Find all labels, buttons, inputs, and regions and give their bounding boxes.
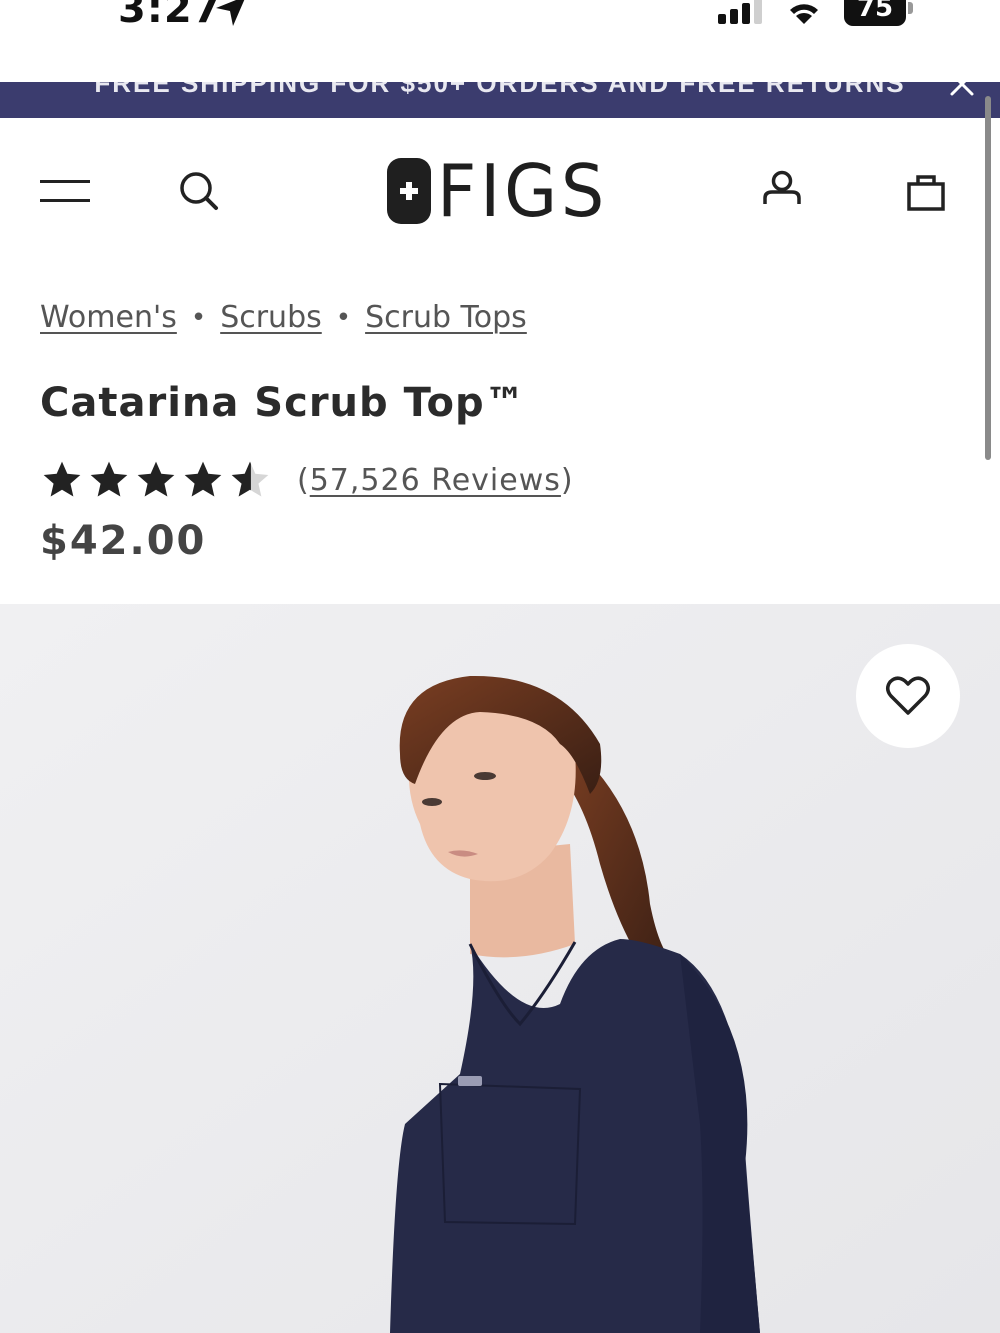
battery-nub (908, 2, 913, 14)
location-arrow-icon (216, 0, 245, 26)
reviews-open-paren: ( (297, 462, 310, 498)
star-icon (90, 461, 128, 497)
account-icon[interactable] (762, 170, 802, 206)
reviews-link[interactable]: (57,526 Reviews) (297, 463, 574, 498)
scrollbar[interactable] (985, 96, 991, 460)
figs-logo-text: FIGS (437, 149, 609, 233)
menu-icon[interactable] (40, 180, 92, 204)
site-header: FIGS (0, 118, 1000, 268)
wishlist-button[interactable] (856, 644, 960, 748)
model-photo (0, 604, 1000, 1333)
product-title: Catarina Scrub Top™ (40, 380, 526, 426)
breadcrumb-separator: • (190, 302, 207, 333)
heart-icon (886, 676, 930, 715)
promo-banner[interactable]: FREE SHIPPING FOR $50+ ORDERS AND FREE R… (0, 82, 1000, 118)
half-star-icon (231, 461, 269, 497)
breadcrumb-link-womens[interactable]: Women's (40, 300, 177, 335)
bag-icon[interactable] (906, 172, 946, 212)
search-icon[interactable] (178, 170, 222, 214)
reviews-close-paren: ) (560, 462, 574, 498)
close-icon[interactable] (948, 70, 976, 98)
star-rating (40, 458, 275, 502)
breadcrumb: Women's • Scrubs • Scrub Tops (40, 300, 527, 335)
figs-logo-mark (387, 158, 431, 224)
wifi-icon (790, 4, 818, 24)
breadcrumb-separator: • (335, 302, 352, 333)
star-icon (43, 461, 81, 497)
breadcrumb-link-scrubs[interactable]: Scrubs (220, 300, 322, 335)
product-price: $42.00 (40, 518, 207, 564)
reviews-count: 57,526 Reviews (309, 462, 561, 498)
star-icon (137, 461, 175, 497)
rating-row: (57,526 Reviews) (40, 458, 574, 502)
battery-indicator: 75 (844, 0, 906, 26)
signal-icon (718, 0, 762, 24)
breadcrumb-link-scrub-tops[interactable]: Scrub Tops (365, 300, 527, 335)
promo-text: FREE SHIPPING FOR $50+ ORDERS AND FREE R… (94, 82, 906, 98)
figs-logo[interactable]: FIGS (387, 149, 617, 233)
status-time: 3:27 (118, 0, 222, 32)
status-bar: 3:27 75 (0, 0, 1000, 82)
star-icon (184, 461, 222, 497)
product-image[interactable] (0, 604, 1000, 1333)
